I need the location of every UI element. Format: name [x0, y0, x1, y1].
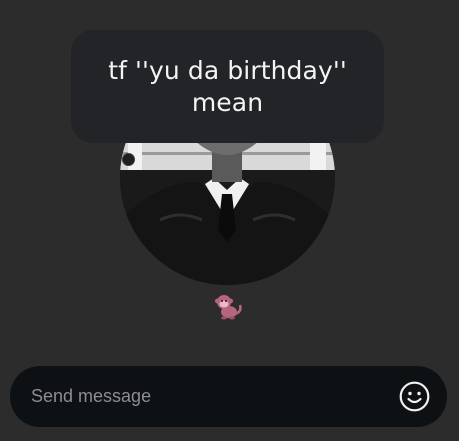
monkey-icon[interactable]: [213, 292, 243, 320]
message-text: tf ''yu da birthday'' mean: [108, 55, 347, 117]
message-input[interactable]: [10, 366, 380, 427]
status-dot: [122, 153, 135, 166]
message-bubble[interactable]: tf ''yu da birthday'' mean: [71, 30, 384, 143]
message-composer: [10, 366, 447, 427]
smiley-icon[interactable]: [399, 381, 430, 412]
